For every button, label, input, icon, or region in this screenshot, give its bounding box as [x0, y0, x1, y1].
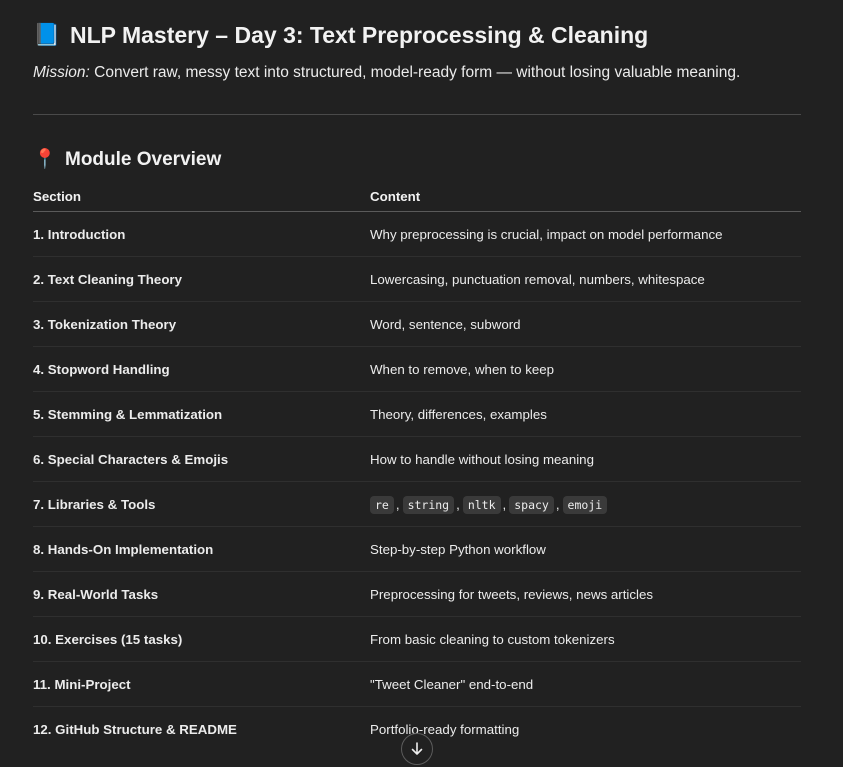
inline-code: string: [402, 495, 455, 514]
module-overview-title: Module Overview: [65, 149, 222, 170]
content-cell: From basic cleaning to custom tokenizers: [370, 616, 801, 662]
table-row: 3. Tokenization Theory Word, sentence, su…: [33, 301, 801, 347]
code-separator: ,: [456, 496, 460, 512]
table-header-row: Section Content: [33, 181, 801, 212]
content-cell: Word, sentence, subword: [370, 301, 801, 347]
section-cell: 5. Stemming & Lemmatization: [33, 391, 370, 437]
content-cell: Step-by-step Python workflow: [370, 526, 801, 572]
table-row: 7. Libraries & Tools re, string, nltk, spacy…: [33, 481, 801, 527]
content-cell: Why preprocessing is crucial, impact on …: [370, 211, 801, 257]
inline-code: nltk: [462, 495, 501, 514]
module-overview-table: Section Content 1. Introduction Why prepr…: [33, 181, 801, 751]
scroll-to-bottom-button[interactable]: [401, 733, 433, 765]
table-row: 10. Exercises (15 tasks) From basic clean…: [33, 616, 801, 662]
table-body: 1. Introduction Why preprocessing is cruc…: [33, 211, 801, 752]
table-row: 2. Text Cleaning Theory Lowercasing, punc…: [33, 256, 801, 302]
table-row: 8. Hands-On Implementation Step-by-step P…: [33, 526, 801, 572]
section-cell: 8. Hands-On Implementation: [33, 526, 370, 572]
table-row: 1. Introduction Why preprocessing is cruc…: [33, 211, 801, 257]
section-cell: 3. Tokenization Theory: [33, 301, 370, 347]
inline-code: spacy: [509, 495, 554, 514]
arrow-down-icon: [411, 742, 423, 755]
mission-label: Mission:: [33, 64, 90, 81]
code-separator: ,: [555, 496, 560, 512]
table-row: 11. Mini-Project "Tweet Cleaner" end-to-e…: [33, 661, 801, 707]
section-cell: 4. Stopword Handling: [33, 346, 370, 392]
book-icon: 📘: [33, 22, 61, 47]
column-header-content: Content: [370, 181, 801, 212]
table-row: 5. Stemming & Lemmatization Theory, diffe…: [33, 391, 801, 437]
content-cell: Portfolio-ready formatting: [370, 721, 520, 737]
section-cell: 2. Text Cleaning Theory: [33, 256, 370, 302]
page-title-text: NLP Mastery – Day 3: Text Preprocessing …: [70, 22, 649, 48]
section-cell: 10. Exercises (15 tasks): [33, 616, 370, 662]
section-cell: 12. GitHub Structure & README: [33, 721, 237, 737]
section-cell: 9. Real-World Tasks: [33, 571, 370, 617]
section-cell: 1. Introduction: [33, 211, 370, 257]
section-cell: 7. Libraries & Tools: [33, 481, 370, 527]
inline-code: emoji: [562, 495, 608, 514]
mission-statement: Mission: Convert raw, messy text into st…: [33, 62, 801, 84]
table-row: 4. Stopword Handling When to remove, when…: [33, 346, 801, 392]
content-cell: How to handle without losing meaning: [370, 436, 801, 482]
table-row: 6. Special Characters & Emojis How to han…: [33, 436, 801, 482]
section-cell: 6. Special Characters & Emojis: [33, 436, 370, 482]
content-cell: Theory, differences, examples: [370, 391, 801, 437]
inline-code: re: [370, 495, 394, 514]
column-header-section: Section: [33, 181, 370, 212]
chat-message-content: 📘 NLP Mastery – Day 3: Text Preprocessin…: [33, 0, 801, 751]
mission-text: Convert raw, messy text into structured,…: [89, 64, 741, 81]
pin-icon: 📍: [33, 149, 57, 170]
content-cell: "Tweet Cleaner" end-to-end: [370, 661, 801, 707]
page-title: 📘 NLP Mastery – Day 3: Text Preprocessin…: [33, 0, 801, 52]
section-cell: 11. Mini-Project: [33, 661, 370, 707]
code-separator: ,: [502, 496, 507, 512]
module-overview-heading: 📍 Module Overview: [33, 147, 801, 173]
content-cell: When to remove, when to keep: [370, 346, 801, 392]
divider: [33, 114, 801, 115]
content-cell: Lowercasing, punctuation removal, number…: [370, 256, 801, 302]
table-row: 9. Real-World Tasks Preprocessing for twe…: [33, 571, 801, 617]
content-cell: re, string, nltk, spacy, emoji: [370, 481, 801, 527]
code-separator: ,: [395, 496, 400, 512]
content-cell: Preprocessing for tweets, reviews, news …: [370, 571, 801, 617]
